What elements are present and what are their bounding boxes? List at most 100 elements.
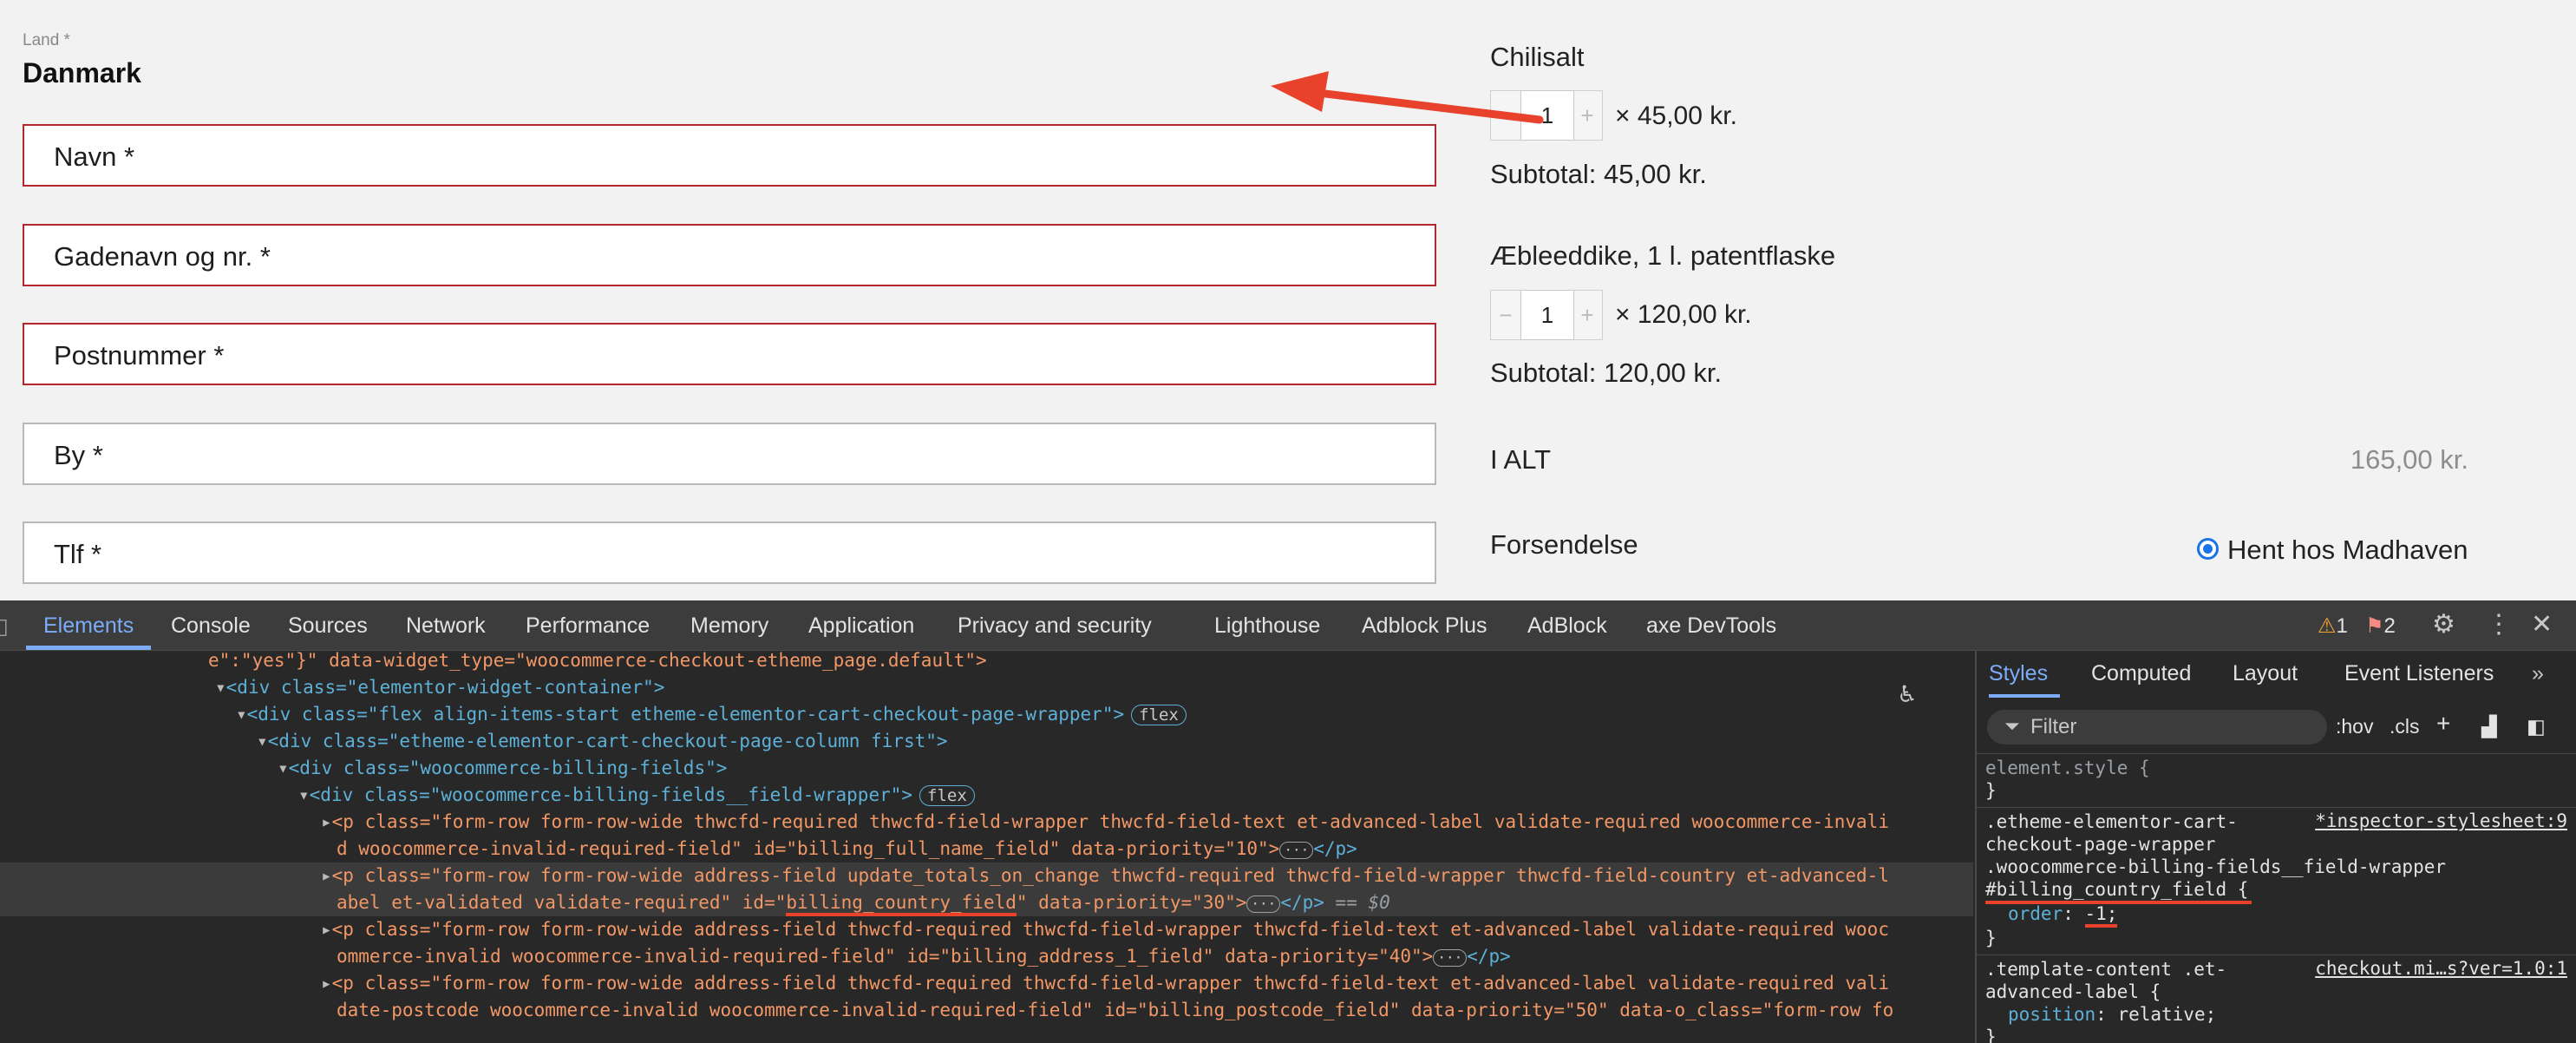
- more-options-icon[interactable]: ⋮: [2486, 609, 2512, 640]
- minus-button[interactable]: −: [1491, 291, 1520, 339]
- hov-toggle[interactable]: :hov: [2336, 715, 2373, 738]
- minus-button[interactable]: −: [1491, 91, 1520, 140]
- tab-event-listeners[interactable]: Event Listeners: [2344, 661, 2494, 686]
- warnings-badge[interactable]: ⚠1: [2318, 613, 2348, 639]
- line-subtotal: Subtotal: 45,00 kr.: [1490, 159, 1707, 189]
- quantity-input[interactable]: 1: [1520, 90, 1574, 141]
- panel-edge-icon: ▯: [0, 614, 9, 639]
- rule1-declaration[interactable]: order: -1;: [2008, 902, 2118, 928]
- selected-dom-node-cont[interactable]: abel et-validated validate-required" id=…: [0, 889, 1973, 916]
- shipping-option-label[interactable]: Hent hos Madhaven: [2227, 535, 2468, 566]
- order-value: -1;: [2084, 903, 2118, 928]
- tab-elements[interactable]: Elements: [43, 613, 134, 639]
- tab-application[interactable]: Application: [808, 613, 914, 639]
- errors-count: 2: [2383, 614, 2396, 638]
- flex-badge: flex: [1131, 705, 1187, 725]
- tab-lighthouse[interactable]: Lighthouse: [1214, 613, 1320, 639]
- product-name: Æbleeddike, 1 l. patentflaske: [1490, 240, 1836, 271]
- tab-sources[interactable]: Sources: [288, 613, 368, 639]
- checkout-page: Land * Danmark Navn * Gadenavn og nr. * …: [0, 0, 2576, 600]
- tab-computed[interactable]: Computed: [2091, 661, 2191, 686]
- postcode-field-label: Postnummer *: [54, 340, 225, 371]
- collapse-triangle-icon: ▸: [321, 973, 332, 994]
- dom-node[interactable]: ▾<div class="woocommerce-billing-fields"…: [278, 755, 727, 782]
- error-icon: ⚑: [2365, 614, 2384, 638]
- filter-placeholder: Filter: [2030, 715, 2077, 738]
- close-icon[interactable]: ✕: [2531, 609, 2553, 640]
- rule2-source-link[interactable]: checkout.mi…s?ver=1.0:1: [2315, 958, 2567, 979]
- dom-node[interactable]: ▾<div class="elementor-widget-container"…: [215, 674, 664, 701]
- rule1-source-link[interactable]: *inspector-stylesheet:9: [2315, 810, 2567, 831]
- plus-button[interactable]: +: [1572, 91, 1602, 140]
- cls-toggle[interactable]: .cls: [2390, 715, 2420, 738]
- country-value: Danmark: [23, 57, 141, 89]
- rule1-selector-line2: checkout-page-wrapper: [1985, 834, 2216, 855]
- rule-close: }: [1985, 1027, 1997, 1043]
- name-field[interactable]: Navn *: [23, 124, 1436, 187]
- dom-node[interactable]: ▸<p class="form-row form-row-wide addres…: [321, 916, 1889, 943]
- phone-field[interactable]: Tlf *: [23, 522, 1436, 584]
- divider: [1977, 807, 2576, 808]
- devtools-tabbar: ▯ Elements Console Sources Network Perfo…: [0, 600, 2576, 651]
- collapse-triangle-icon: ▸: [321, 865, 332, 886]
- billing-country-id: billing_country_field: [786, 892, 1017, 916]
- paint-icon[interactable]: ▟: [2481, 715, 2497, 738]
- tab-axe-devtools[interactable]: axe DevTools: [1646, 613, 1776, 639]
- dom-node[interactable]: ▾<div class="flex align-items-start ethe…: [236, 701, 1187, 728]
- expand-triangle-icon: ▾: [236, 704, 247, 725]
- phone-field-label: Tlf *: [54, 539, 102, 569]
- styles-pane: Styles Computed Layout Event Listeners »…: [1975, 651, 2576, 1043]
- rule1-selector-line4: #billing_country_field {: [1985, 878, 2252, 904]
- element-style-rule[interactable]: element.style {: [1985, 757, 2150, 779]
- street-field-label: Gadenavn og nr. *: [54, 241, 271, 272]
- tab-layout[interactable]: Layout: [2233, 661, 2298, 686]
- gear-icon[interactable]: ⚙: [2432, 609, 2455, 640]
- tab-performance[interactable]: Performance: [526, 613, 650, 639]
- annotation-arrow-icon: [1271, 71, 1544, 124]
- expand-triangle-icon: ▾: [298, 784, 310, 805]
- tab-adblock[interactable]: AdBlock: [1527, 613, 1607, 639]
- tab-adblock-plus[interactable]: Adblock Plus: [1362, 613, 1487, 639]
- rule-close: }: [1985, 780, 1997, 801]
- dom-line: d woocommerce-invalid-required-field" id…: [337, 838, 1357, 859]
- selected-dom-node[interactable]: ▸<p class="form-row form-row-wide addres…: [0, 863, 1973, 889]
- styles-filter-input[interactable]: ⏷ Filter: [1987, 710, 2327, 745]
- tab-memory[interactable]: Memory: [690, 613, 768, 639]
- rule2-selector-line1: .template-content .et-: [1985, 959, 2227, 980]
- tab-network[interactable]: Network: [406, 613, 486, 639]
- line-subtotal: Subtotal: 120,00 kr.: [1490, 358, 1723, 388]
- quantity-input[interactable]: 1: [1520, 290, 1574, 340]
- tab-styles[interactable]: Styles: [1989, 661, 2048, 686]
- unit-price: × 120,00 kr.: [1615, 300, 1752, 329]
- errors-badge[interactable]: ⚑2: [2365, 613, 2396, 639]
- accessibility-icon[interactable]: ♿: [1899, 679, 1915, 709]
- total-value: 165,00 kr.: [2350, 444, 2468, 475]
- city-field-label: By *: [54, 440, 103, 470]
- flex-badge: flex: [919, 785, 975, 806]
- shipping-radio[interactable]: [2197, 538, 2219, 560]
- expand-triangle-icon: ▾: [215, 677, 226, 698]
- warning-icon: ⚠: [2318, 614, 2337, 638]
- quantity-stepper[interactable]: − 1 +: [1490, 290, 1603, 340]
- new-rule-icon[interactable]: +: [2436, 710, 2450, 738]
- toggle-sidebar-icon[interactable]: ◧: [2527, 715, 2546, 738]
- annotation-arrow-head: [1271, 71, 1329, 112]
- tab-console[interactable]: Console: [171, 613, 251, 639]
- quantity-stepper[interactable]: − 1 +: [1490, 90, 1603, 141]
- elements-tree[interactable]: e":"yes"}" data-widget_type="woocommerce…: [0, 651, 1973, 1043]
- street-field[interactable]: Gadenavn og nr. *: [23, 224, 1436, 286]
- rule2-declaration[interactable]: position: relative;: [2008, 1003, 2216, 1026]
- dom-node[interactable]: ▸<p class="form-row form-row-wide addres…: [321, 970, 1889, 997]
- dom-line: ommerce-invalid woocommerce-invalid-requ…: [337, 946, 1511, 967]
- filter-icon: ⏷: [2004, 715, 2020, 737]
- plus-button[interactable]: +: [1572, 291, 1602, 339]
- divider: [1977, 753, 2576, 754]
- postcode-field[interactable]: Postnummer *: [23, 323, 1436, 385]
- collapse-triangle-icon: ▸: [321, 811, 332, 832]
- city-field[interactable]: By *: [23, 423, 1436, 485]
- tab-privacy-and-security[interactable]: Privacy and security: [958, 613, 1152, 639]
- dom-node[interactable]: ▾<div class="etheme-elementor-cart-check…: [257, 728, 948, 755]
- dom-node[interactable]: ▾<div class="woocommerce-billing-fields_…: [298, 782, 975, 809]
- more-tabs-icon[interactable]: »: [2532, 661, 2544, 686]
- dom-node[interactable]: ▸<p class="form-row form-row-wide thwcfd…: [321, 809, 1889, 836]
